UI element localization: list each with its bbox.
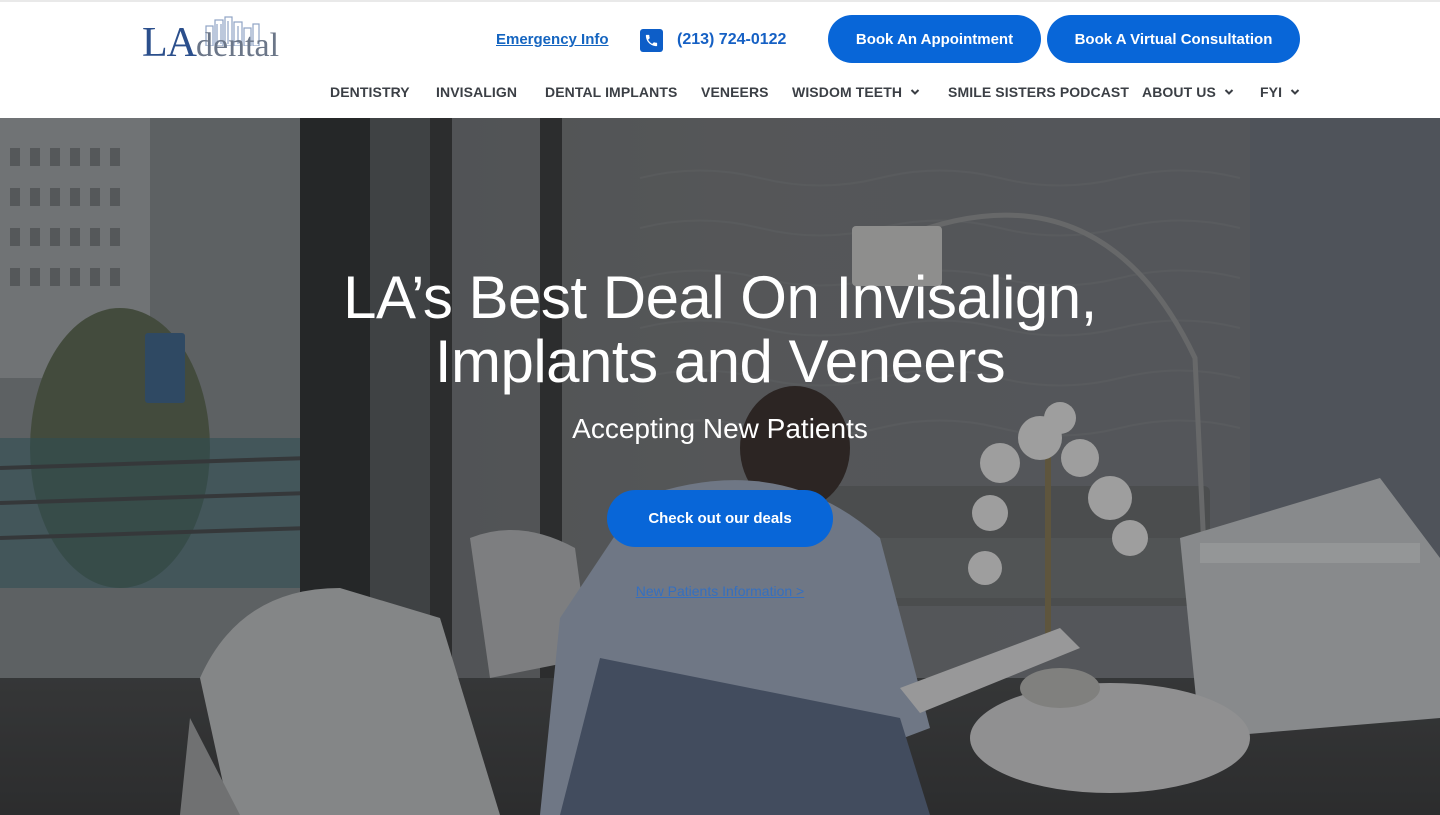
nav-item-label: INVISALIGN (436, 84, 518, 100)
book-virtual-consultation-button[interactable]: Book A Virtual Consultation (1047, 15, 1300, 63)
main-nav: DENTISTRY INVISALIGN DENTAL IMPLANTS VEN… (0, 84, 1440, 106)
check-out-deals-button[interactable]: Check out our deals (607, 490, 833, 547)
nav-item-smile-sisters-podcast[interactable]: SMILE SISTERS PODCAST (948, 84, 1129, 100)
nav-item-dental-implants[interactable]: DENTAL IMPLANTS (545, 84, 677, 100)
phone-number-link[interactable]: (213) 724-0122 (677, 31, 786, 49)
chevron-down-icon (1290, 89, 1300, 95)
nav-item-invisalign[interactable]: INVISALIGN (436, 84, 517, 100)
nav-item-wisdom-teeth[interactable]: WISDOM TEETH (792, 84, 920, 100)
nav-item-label: DENTAL IMPLANTS (545, 84, 678, 100)
nav-item-fyi[interactable]: FYI (1260, 84, 1300, 100)
hero-subtitle: Accepting New Patients (572, 413, 868, 444)
site-logo[interactable]: LAdental (140, 14, 285, 66)
phone-icon[interactable] (640, 29, 663, 52)
nav-item-label: WISDOM TEETH (792, 84, 903, 100)
nav-item-dentistry[interactable]: DENTISTRY (330, 84, 410, 100)
emergency-info-link[interactable]: Emergency Info (496, 31, 609, 48)
logo-la-text: LA (142, 20, 197, 66)
chevron-down-icon (910, 89, 920, 95)
logo-dental-text: dental (196, 27, 280, 64)
nav-item-about-us[interactable]: ABOUT US (1142, 84, 1234, 100)
hero-dark-overlay (0, 118, 1440, 815)
hero-title-line-2: Implants and Veneers (434, 328, 1006, 395)
nav-item-label: DENTISTRY (330, 84, 410, 100)
book-appointment-button[interactable]: Book An Appointment (828, 15, 1041, 63)
nav-item-label: SMILE SISTERS PODCAST (948, 84, 1130, 100)
site-header: LAdental Emergency Info (213) 724-0122 B… (0, 0, 1440, 118)
nav-item-veneers[interactable]: VENEERS (701, 84, 769, 100)
new-patients-information-link[interactable]: New Patients Information > (0, 583, 1440, 599)
nav-item-label: FYI (1260, 84, 1283, 100)
chevron-down-icon (1224, 89, 1234, 95)
hero-title-line-1: LA’s Best Deal On Invisalign, (343, 264, 1097, 331)
nav-item-label: ABOUT US (1142, 84, 1216, 100)
nav-item-label: VENEERS (701, 84, 769, 100)
hero-section: LA’s Best Deal On Invisalign, Implants a… (0, 118, 1440, 815)
hero-title: LA’s Best Deal On Invisalign, Implants a… (0, 266, 1440, 394)
